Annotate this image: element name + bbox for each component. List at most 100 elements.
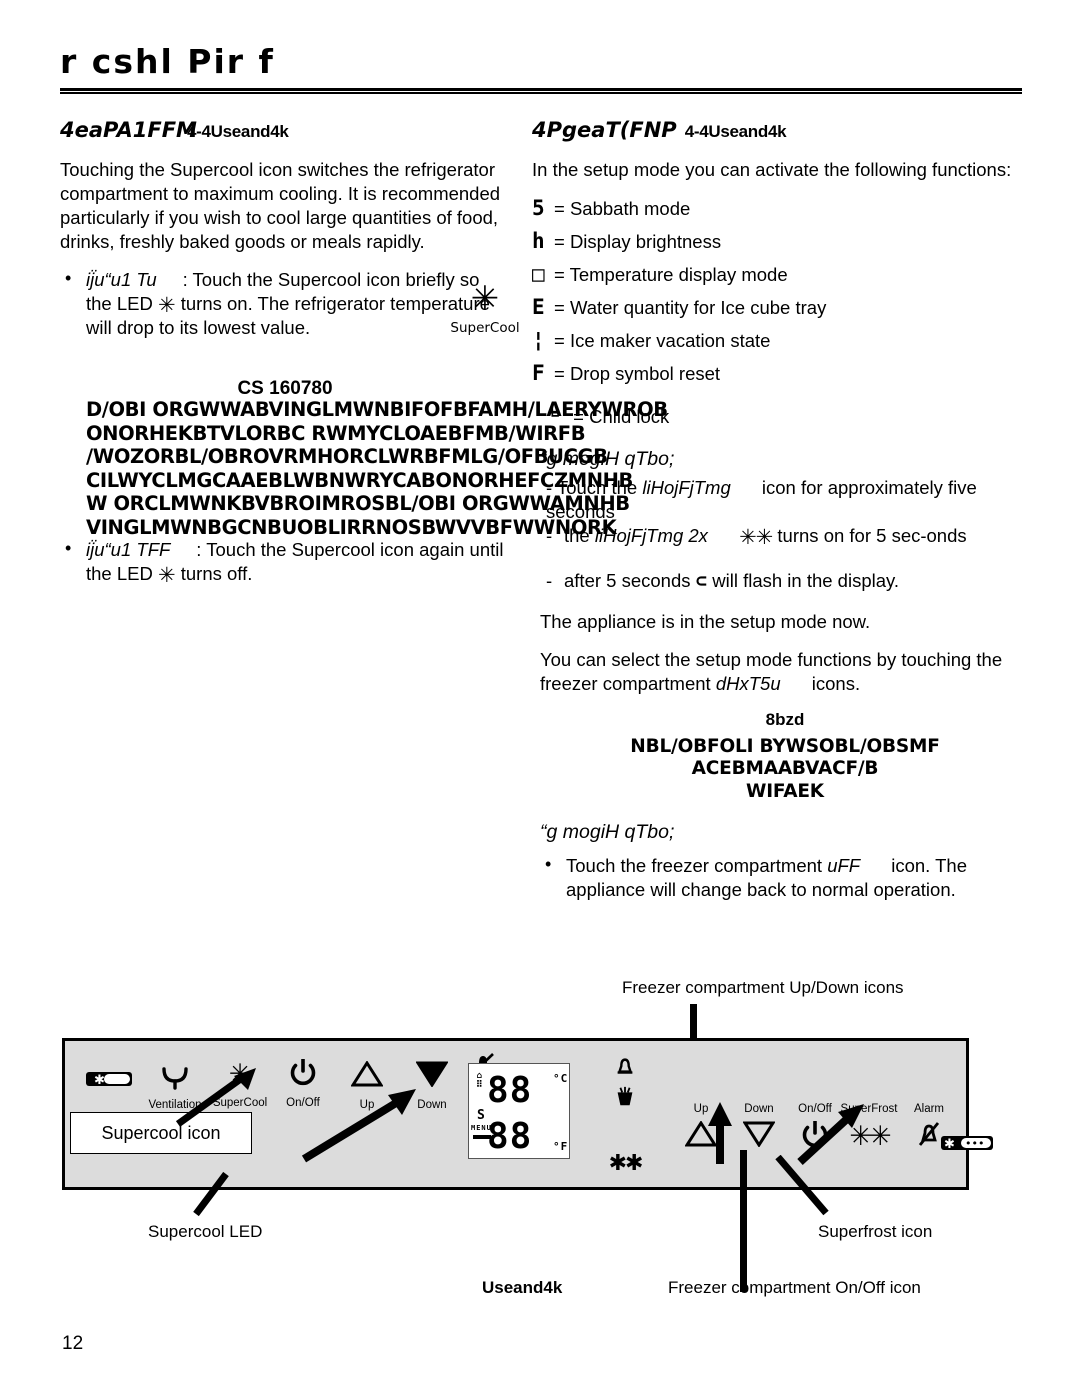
setup-title-main: 4PgeaT(FNP <box>532 118 677 142</box>
page-title: r cshl Pir f <box>60 42 275 81</box>
setup-exit-bullet: Touch the freezer compartment uFF icon. … <box>540 853 1030 902</box>
supercool-off-text-after: turns off. <box>180 563 253 585</box>
callout-line-freezer-onoff <box>740 1150 747 1292</box>
water-quantity-symbol-icon: E <box>532 295 545 320</box>
setup-activation-heading: “g mogiH qTbo; <box>540 448 675 470</box>
up-down-term: dHxT5u <box>715 673 781 695</box>
callout-arrow-superfrost-inpanel <box>797 1104 864 1165</box>
setup-title-sub: 4-4Useand4k <box>684 122 787 141</box>
supercool-asterisk-icon: ✳ <box>470 279 500 319</box>
svg-text:✱: ✱ <box>944 1137 955 1152</box>
child-lock-flash-symbol-icon: ⊂ <box>695 570 708 593</box>
page-number: 12 <box>62 1333 84 1354</box>
note-garbled-line-1: NBL/OBFOLI BYWSOBL/OBSMF ACEBMAABVACF/B <box>630 736 940 780</box>
setup-function-label: = Temperature display mode <box>554 264 788 286</box>
child-lock-symbol-icon: └ <box>546 404 559 428</box>
setup-step-3-post: will flash in the display. <box>712 570 900 592</box>
cs-code-caption: CS 160780 <box>237 378 333 399</box>
sabbath-mode-symbol-icon: 5 <box>532 196 545 221</box>
callout-supercool-led: Supercool LED <box>148 1222 263 1241</box>
setup-mode-confirmation: The appliance is in the setup mode now. <box>540 610 871 632</box>
setup-function-item: h = Display brightness <box>532 229 1022 253</box>
header-divider <box>60 88 1022 95</box>
setup-step-1-dash: - <box>546 477 553 498</box>
lcd-unit-fahrenheit: °F <box>553 1140 569 1153</box>
supercool-title-main: 4eaPA1FFM <box>60 118 197 142</box>
superfrost-bar-svg: ✱ ••• <box>941 1136 993 1152</box>
ice-cube-tray-icon <box>605 1085 645 1117</box>
triangle-up-svg <box>350 1060 384 1087</box>
callout-arrow-freezer-onoff-inpanel <box>708 1102 732 1164</box>
callout-arrow-supercool-icon <box>175 1068 256 1127</box>
setup-step-2: the liHojFjTmg 2x ✳✳ turns on for 5 sec-… <box>540 524 1030 551</box>
setup-function-item: F = Drop symbol reset <box>532 361 1022 385</box>
ice-cube-svg <box>617 1086 633 1106</box>
triangle-down-svg-2 <box>742 1121 776 1148</box>
note-garbled-line-2: WIFAEK <box>746 780 824 802</box>
setup-intro-paragraph: In the setup mode you can activate the f… <box>532 159 1012 180</box>
setup-steps-rest: the liHojFjTmg 2x ✳✳ turns on for 5 sec-… <box>540 524 1030 914</box>
triangle-down-svg <box>415 1061 449 1088</box>
setup-function-item: ¦ = Ice maker vacation state <box>532 328 1022 352</box>
setup-step-2-post: turns on for 5 sec-onds <box>777 525 967 546</box>
control-panel-diagram: Freezer compartment Up/Down icons ✱ Vent… <box>0 960 1080 1360</box>
setup-step-3-pre: after 5 seconds <box>564 570 691 592</box>
panel-right-indicator-stack: ✱✱ <box>605 1055 645 1176</box>
exit-bullet-pre: Touch the freezer compartment <box>566 854 823 876</box>
setup-section-title: 4PgeaT(FNP 4-4Useand4k <box>532 118 1022 142</box>
setup-step-2-pre: the <box>564 525 590 546</box>
note-garbled-text: NBL/OBFOLI BYWSOBL/OBSMF ACEBMAABVACF/B … <box>540 736 1030 803</box>
supercool-intro-paragraph: Touching the Supercool icon switches the… <box>60 159 501 253</box>
select-functions-post: icons. <box>811 673 861 695</box>
superfrost-indicator-icon: ✱✱ <box>608 1151 644 1176</box>
superfrost-2x-term: liHojFjTmg 2x <box>594 525 708 546</box>
setup-symbol-function-list: 5 = Sabbath mode h = Display brightness … <box>532 196 1022 385</box>
callout-bottom-center: Useand4k <box>482 1278 563 1297</box>
child-lock-function-item: └ = Child lock <box>546 404 669 428</box>
setup-function-label: = Drop symbol reset <box>554 363 721 385</box>
setup-function-item: 5 = Sabbath mode <box>532 196 1022 220</box>
callout-arrow-supercool-led-indicator <box>301 1089 416 1163</box>
supercool-title-sub: 4-4Useand4k <box>186 122 289 141</box>
note-kicker: 8bzd <box>765 710 805 730</box>
setup-function-label: = Ice maker vacation state <box>554 330 771 352</box>
drop-symbol-reset-symbol-icon: F <box>532 361 545 386</box>
ice-maker-vacation-symbol-icon: ¦ <box>532 328 545 353</box>
svg-text:✱: ✱ <box>94 1073 105 1088</box>
callout-freezer-updown: Freezer compartment Up/Down icons <box>622 978 904 997</box>
superfrost-bar-icon: ✱ ••• <box>937 1133 997 1158</box>
supercool-off-bullet-list: ij̈u“u1 TFF: Touch the Supercool icon ag… <box>60 537 510 586</box>
setup-function-label: = Display brightness <box>554 231 722 253</box>
lcd-bottom-digits: 88 <box>487 1116 533 1157</box>
alarm-bar-svg: ✱ <box>86 1072 132 1088</box>
supercool-icon-illustration: ✳ SuperCool <box>443 282 527 336</box>
temperature-display-symbol-icon: □ <box>532 262 545 287</box>
lcd-unit-celsius: °C <box>553 1072 569 1085</box>
callout-superfrost-icon: Superfrost icon <box>818 1222 933 1241</box>
display-brightness-symbol-icon: h <box>532 229 545 254</box>
supercool-on-lead: ij̈u“u1 Tu <box>86 269 157 291</box>
lcd-marker-s: S <box>477 1108 486 1123</box>
panel-superfrost-indicator-bar[interactable]: ✱ ••• <box>937 1133 997 1158</box>
setup-function-item: □ = Temperature display mode <box>532 262 1022 286</box>
supercool-icon-caption: SuperCool <box>450 320 520 336</box>
alarm-bar-icon: ✱ <box>77 1065 141 1097</box>
page-header: r cshl Pir f <box>60 42 1022 95</box>
superfrost-double-asterisk-icon: ✳✳ <box>739 525 773 549</box>
right-column: 4PgeaT(FNP 4-4Useand4k In the setup mode … <box>532 118 1022 397</box>
bell-svg <box>617 1058 633 1074</box>
setup-select-functions-paragraph: You can select the setup mode functions … <box>540 648 1030 696</box>
power-svg <box>290 1057 316 1086</box>
lcd-display: ⌂ ⠿ 88 °C S MENU 88 °F <box>468 1063 570 1159</box>
setup-function-label: = Sabbath mode <box>554 198 691 220</box>
setup-step-3: after 5 seconds ⊂ will flash in the disp… <box>540 569 1030 594</box>
lcd-drop-symbol-icon: ⌂ ⠿ <box>476 1071 484 1090</box>
supercool-off-bullet: ij̈u“u1 TFF: Touch the Supercool icon ag… <box>60 537 510 586</box>
supercool-led-asterisk-icon: ✳ <box>158 293 176 318</box>
callout-freezer-onoff: Freezer compartment On/Off icon <box>668 1278 921 1297</box>
supercool-off-lead: ij̈u“u1 TFF <box>86 539 171 560</box>
panel-alarm-caption: Alarm <box>913 1103 945 1115</box>
setup-step-1-pre: Touch the <box>556 477 638 498</box>
panel-alarm-indicator[interactable]: ✱ <box>77 1065 141 1103</box>
alarm-bell-icon <box>605 1055 645 1085</box>
